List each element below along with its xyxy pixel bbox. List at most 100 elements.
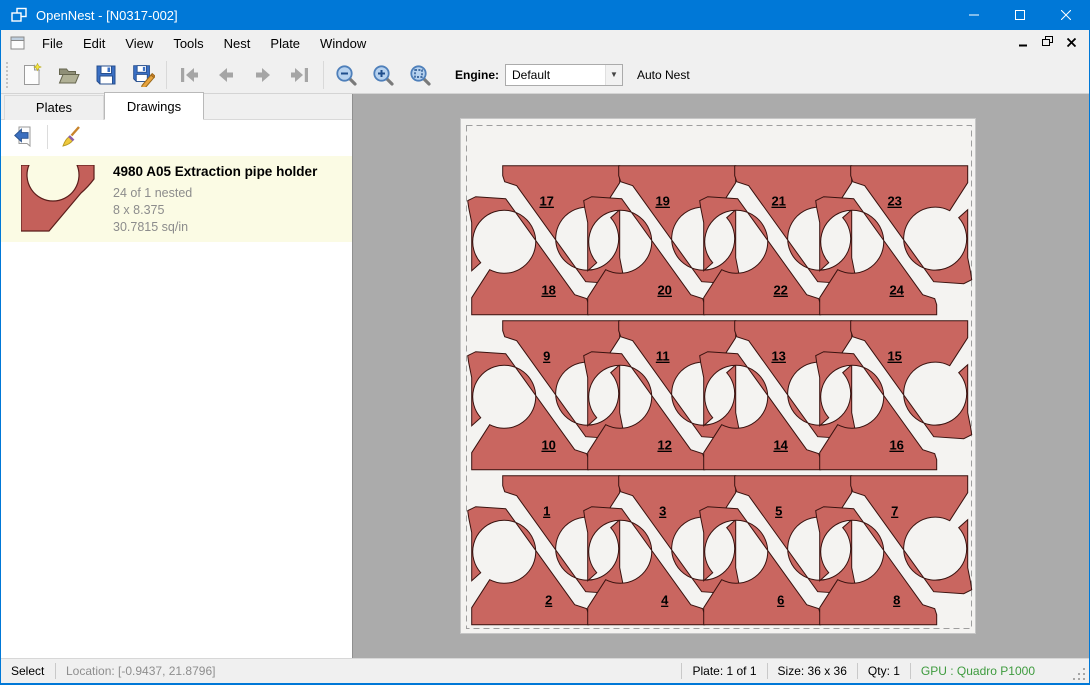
menu-item-edit[interactable]: Edit (73, 32, 115, 55)
menu-item-view[interactable]: View (115, 32, 163, 55)
left-panel: PlatesDrawings (1, 94, 352, 658)
tab-plates[interactable]: Plates (4, 95, 104, 120)
nested-part-1[interactable] (503, 476, 624, 594)
panel-toolbar (1, 120, 352, 153)
app-icon (10, 6, 28, 24)
part-number-label: 11 (656, 349, 670, 364)
part-number-label: 6 (777, 593, 784, 608)
import-drawing-button[interactable] (10, 123, 38, 151)
menu-item-nest[interactable]: Nest (214, 32, 261, 55)
nesting-canvas[interactable]: 171819202122232491011121314151612345678 (352, 94, 1089, 658)
nested-part-3[interactable] (619, 476, 740, 594)
zoom-out-icon (334, 63, 358, 87)
part-number-label: 13 (771, 349, 785, 364)
nav-first-button[interactable] (174, 60, 204, 90)
resize-grip[interactable] (1073, 668, 1087, 682)
menu-item-window[interactable]: Window (310, 32, 376, 55)
nested-part-6[interactable] (700, 507, 821, 625)
nested-part-12[interactable] (584, 352, 705, 470)
save-as-button[interactable] (128, 60, 158, 90)
part-number-label: 3 (659, 504, 666, 519)
maximize-button[interactable] (997, 0, 1043, 30)
clear-broom-icon (59, 125, 83, 149)
status-size: Size: 36 x 36 (768, 664, 857, 678)
nested-part-21[interactable] (735, 166, 856, 284)
nested-part-9[interactable] (503, 321, 624, 439)
auto-nest-button[interactable]: Auto Nest (633, 65, 694, 85)
statusbar: Select Location: [-0.9437, 21.8796] Plat… (1, 658, 1089, 683)
part-number-label: 4 (661, 593, 669, 608)
nav-prev-button[interactable] (211, 60, 241, 90)
save-as-icon (131, 63, 155, 87)
nav-next-button[interactable] (248, 60, 278, 90)
tab-drawings[interactable]: Drawings (104, 92, 204, 120)
mdi-minimize-icon (1019, 36, 1028, 50)
mdi-close-icon (1067, 36, 1076, 50)
nested-part-5[interactable] (735, 476, 856, 594)
clear-drawings-button[interactable] (57, 123, 85, 151)
part-number-label: 20 (657, 283, 671, 298)
nested-part-11[interactable] (619, 321, 740, 439)
drawing-dimensions: 8 x 8.375 (113, 202, 317, 219)
zoom-fit-icon (408, 63, 432, 87)
zoom-in-icon (371, 63, 395, 87)
menu-items: FileEditViewToolsNestPlateWindow (32, 32, 376, 55)
minimize-button[interactable] (951, 0, 997, 30)
part-number-label: 8 (893, 593, 900, 608)
nested-part-16[interactable] (816, 352, 937, 470)
nested-part-24[interactable] (816, 197, 937, 315)
zoom-in-button[interactable] (368, 60, 398, 90)
nested-part-4[interactable] (584, 507, 705, 625)
part-number-label: 19 (655, 194, 669, 209)
status-location: Location: [-0.9437, 21.8796] (66, 664, 215, 678)
nested-part-17[interactable] (503, 166, 624, 284)
part-number-label: 16 (889, 438, 903, 453)
nested-part-14[interactable] (700, 352, 821, 470)
part-number-label: 9 (543, 349, 550, 364)
part-number-label: 12 (657, 438, 671, 453)
menu-item-plate[interactable]: Plate (260, 32, 310, 55)
drawing-list-item[interactable]: 4980 A05 Extraction pipe holder 24 of 1 … (1, 156, 352, 242)
zoom-out-button[interactable] (331, 60, 361, 90)
engine-select[interactable]: Default ▼ (505, 64, 623, 86)
zoom-fit-button[interactable] (405, 60, 435, 90)
nested-part-18[interactable] (468, 197, 589, 315)
nested-part-19[interactable] (619, 166, 740, 284)
save-button[interactable] (91, 60, 121, 90)
nested-part-15[interactable] (851, 321, 972, 439)
menu-item-tools[interactable]: Tools (163, 32, 213, 55)
nested-part-13[interactable] (735, 321, 856, 439)
nav-last-button[interactable] (285, 60, 315, 90)
nav-first-icon (177, 63, 201, 87)
menu-item-file[interactable]: File (32, 32, 73, 55)
part-number-label: 1 (543, 504, 550, 519)
nested-part-23[interactable] (851, 166, 972, 284)
mdi-close-button[interactable] (1063, 35, 1079, 51)
nested-part-22[interactable] (700, 197, 821, 315)
plate[interactable]: 171819202122232491011121314151612345678 (460, 118, 976, 634)
part-number-label: 17 (539, 194, 553, 209)
toolbar: Engine: Default ▼ Auto Nest (1, 56, 1089, 94)
mdi-minimize-button[interactable] (1015, 35, 1031, 51)
status-gpu: GPU : Quadro P1000 (911, 664, 1045, 678)
part-number-label: 2 (545, 593, 552, 608)
titlebar: OpenNest - [N0317-002] (1, 0, 1089, 30)
part-number-label: 18 (541, 283, 555, 298)
part-number-label: 22 (773, 283, 787, 298)
import-drawing-icon (12, 125, 36, 149)
nav-next-icon (251, 63, 275, 87)
mdi-restore-button[interactable] (1039, 35, 1055, 51)
mdi-document-icon[interactable] (10, 36, 26, 51)
nested-part-7[interactable] (851, 476, 972, 594)
nested-part-20[interactable] (584, 197, 705, 315)
nested-part-2[interactable] (468, 507, 589, 625)
new-document-icon (20, 63, 44, 87)
nested-part-10[interactable] (468, 352, 589, 470)
drawing-area: 30.7815 sq/in (113, 219, 317, 236)
open-folder-button[interactable] (54, 60, 84, 90)
open-folder-icon (57, 63, 81, 87)
nested-part-8[interactable] (816, 507, 937, 625)
close-button[interactable] (1043, 0, 1089, 30)
maximize-icon (1015, 10, 1025, 20)
new-document-button[interactable] (17, 60, 47, 90)
